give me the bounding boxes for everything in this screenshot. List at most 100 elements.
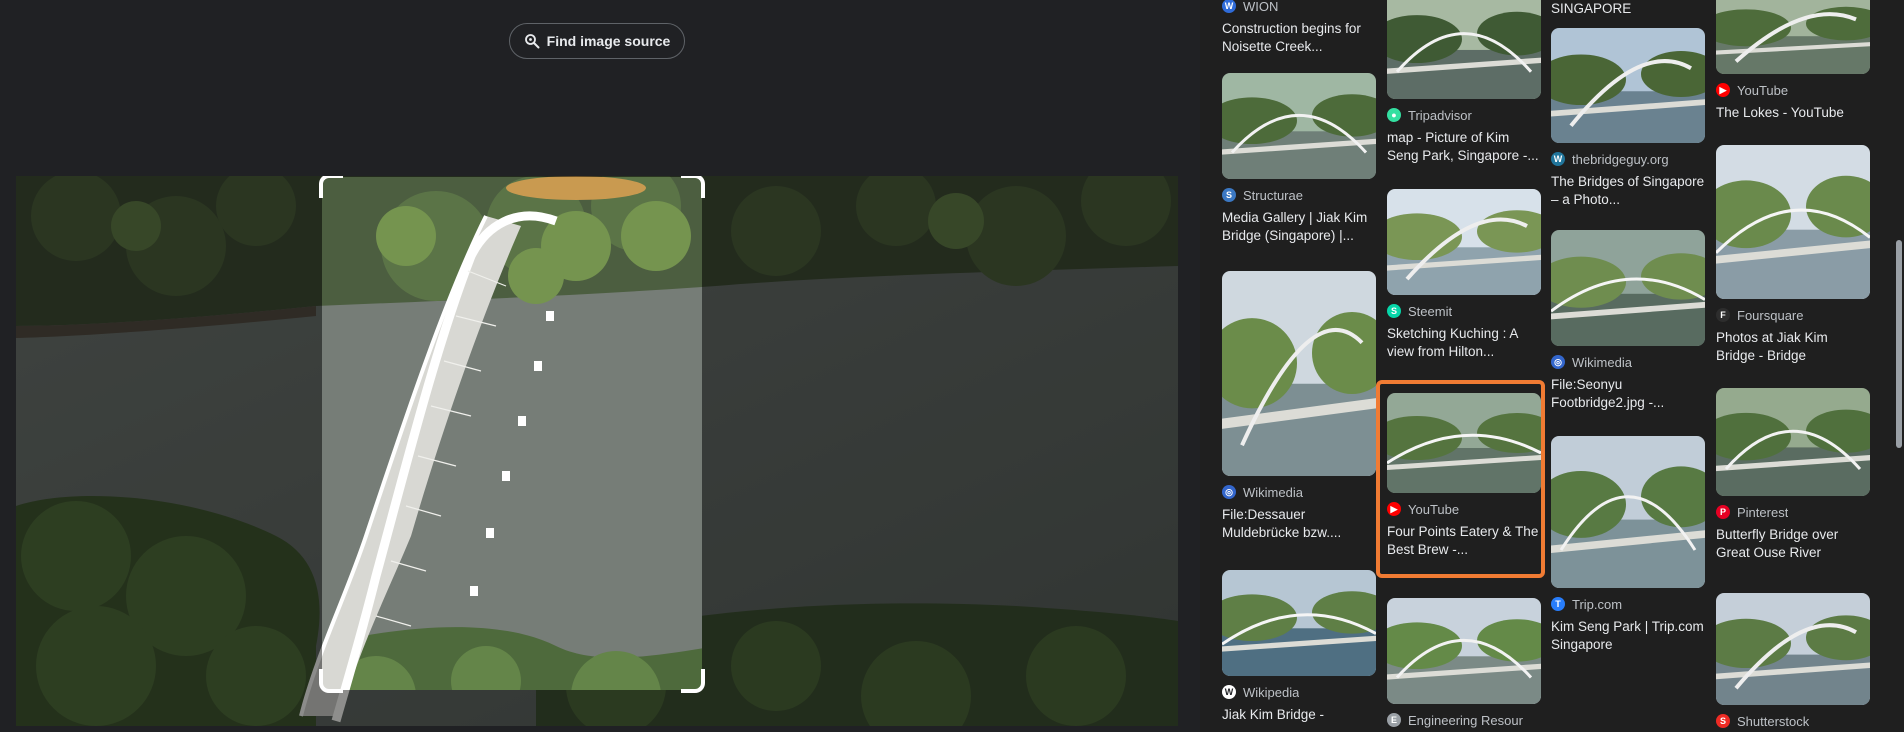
- result-title[interactable]: Media Gallery | Jiak Kim Bridge (Singapo…: [1222, 209, 1376, 245]
- result-title[interactable]: The Lokes - YouTube: [1716, 104, 1870, 122]
- result-source: W thebridgeguy.org: [1551, 151, 1705, 167]
- tripadvisor-icon: ●: [1387, 108, 1401, 122]
- results-scrollbar[interactable]: [1896, 240, 1902, 448]
- result-title[interactable]: File:Seonyu Footbridge2.jpg -...: [1551, 376, 1705, 412]
- result-source-name: Trip.com: [1572, 596, 1623, 612]
- crop-handle-bottom-right[interactable]: [681, 669, 705, 693]
- crop-handle-top-right[interactable]: [681, 176, 705, 198]
- result-source: T Trip.com: [1551, 596, 1705, 612]
- result-source-name: WION: [1243, 0, 1279, 14]
- result-card[interactable]: S Structurae Media Gallery | Jiak Kim Br…: [1222, 73, 1376, 245]
- result-thumbnail[interactable]: [1716, 0, 1870, 74]
- result-card[interactable]: P Pinterest Butterfly Bridge over Great …: [1716, 388, 1870, 562]
- result-source: ▶ YouTube: [1716, 82, 1870, 98]
- result-thumbnail[interactable]: [1222, 570, 1376, 676]
- result-thumbnail[interactable]: [1551, 28, 1705, 143]
- tripcom-icon: T: [1551, 597, 1565, 611]
- result-card[interactable]: ▶ YouTube The Lokes - YouTube: [1716, 0, 1870, 122]
- result-card[interactable]: S Shutterstock: [1716, 593, 1870, 729]
- result-source-name: Engineering Resour: [1408, 712, 1523, 728]
- crop-region[interactable]: [322, 177, 702, 690]
- result-source-name: Shutterstock: [1737, 713, 1810, 729]
- lens-search-icon: [524, 34, 540, 49]
- result-card[interactable]: ◎ Wikimedia File:Dessauer Muldebrücke bz…: [1222, 271, 1376, 542]
- result-source: ● Tripadvisor: [1387, 107, 1541, 123]
- youtube-icon: ▶: [1716, 83, 1730, 97]
- result-title[interactable]: Sketching Kuching : A view from Hilton..…: [1387, 325, 1541, 361]
- crop-handle-top-left[interactable]: [319, 176, 343, 198]
- find-image-source-button[interactable]: Find image source: [509, 23, 685, 59]
- result-title[interactable]: map - Picture of Kim Seng Park, Singapor…: [1387, 129, 1541, 165]
- result-source-name: Pinterest: [1737, 504, 1789, 520]
- wikimedia-icon: ◎: [1222, 485, 1236, 499]
- result-thumbnail[interactable]: [1387, 393, 1541, 493]
- find-image-source-label: Find image source: [546, 33, 671, 49]
- result-source-name: thebridgeguy.org: [1572, 151, 1669, 167]
- result-card[interactable]: F Foursquare Photos at Jiak Kim Bridge -…: [1716, 145, 1870, 365]
- result-card[interactable]: T Trip.com Kim Seng Park | Trip.com Sing…: [1551, 436, 1705, 654]
- result-source-name: Wikimedia: [1243, 484, 1303, 500]
- result-thumbnail[interactable]: [1222, 73, 1376, 179]
- result-card[interactable]: W Wikipedia Jiak Kim Bridge -: [1222, 570, 1376, 724]
- result-source: ▶ YouTube: [1387, 501, 1541, 517]
- crop-region-photo: [322, 177, 702, 690]
- result-source-name: Structurae: [1243, 187, 1303, 203]
- result-source-name: YouTube: [1737, 82, 1789, 98]
- query-photo[interactable]: [16, 176, 1178, 726]
- result-title[interactable]: File:Dessauer Muldebrücke bzw....: [1222, 506, 1376, 542]
- result-card[interactable]: W WION Construction begins for Noisette …: [1222, 0, 1376, 56]
- result-source-name: Steemit: [1408, 303, 1453, 319]
- result-source-name: Tripadvisor: [1408, 107, 1472, 123]
- result-card[interactable]: SINGAPORE: [1551, 0, 1705, 18]
- result-title[interactable]: SINGAPORE: [1551, 0, 1705, 18]
- result-source: E Engineering Resour: [1387, 712, 1541, 728]
- engineering-icon: E: [1387, 713, 1401, 727]
- wordpress-icon: W: [1551, 152, 1565, 166]
- result-source-name: YouTube: [1408, 501, 1460, 517]
- result-source: ◎ Wikimedia: [1551, 354, 1705, 370]
- shutterstock-icon: S: [1716, 714, 1730, 728]
- image-preview-pane: Find image source: [0, 0, 1200, 732]
- wikimedia-icon: ◎: [1551, 355, 1565, 369]
- result-title[interactable]: Construction begins for Noisette Creek..…: [1222, 20, 1376, 56]
- result-thumbnail[interactable]: [1716, 388, 1870, 496]
- result-thumbnail[interactable]: [1551, 230, 1705, 346]
- result-source-name: Foursquare: [1737, 307, 1804, 323]
- foursquare-icon: F: [1716, 308, 1730, 322]
- result-source: S Steemit: [1387, 303, 1541, 319]
- result-thumbnail[interactable]: [1716, 593, 1870, 705]
- result-title[interactable]: Jiak Kim Bridge -: [1222, 706, 1376, 724]
- crop-handle-bottom-left[interactable]: [319, 669, 343, 693]
- pinterest-icon: P: [1716, 505, 1730, 519]
- result-thumbnail[interactable]: [1387, 0, 1541, 99]
- result-source: S Shutterstock: [1716, 713, 1870, 729]
- result-card[interactable]: ◎ Wikimedia File:Seonyu Footbridge2.jpg …: [1551, 230, 1705, 412]
- result-source: P Pinterest: [1716, 504, 1870, 520]
- result-thumbnail[interactable]: [1222, 271, 1376, 476]
- result-source: W WION: [1222, 0, 1376, 14]
- result-source: S Structurae: [1222, 187, 1376, 203]
- result-source-name: Wikipedia: [1243, 684, 1300, 700]
- result-source: W Wikipedia: [1222, 684, 1376, 700]
- result-title[interactable]: The Bridges of Singapore – a Photo...: [1551, 173, 1705, 209]
- result-source: F Foursquare: [1716, 307, 1870, 323]
- result-card[interactable]: E Engineering Resour: [1387, 598, 1541, 728]
- result-title[interactable]: Four Points Eatery & The Best Brew -...: [1387, 523, 1541, 559]
- wikipedia-icon: W: [1222, 685, 1236, 699]
- result-thumbnail[interactable]: [1551, 436, 1705, 588]
- result-thumbnail[interactable]: [1387, 598, 1541, 704]
- result-card[interactable]: W thebridgeguy.org The Bridges of Singap…: [1551, 28, 1705, 209]
- steemit-icon: S: [1387, 304, 1401, 318]
- result-card[interactable]: S Steemit Sketching Kuching : A view fro…: [1387, 189, 1541, 361]
- result-thumbnail[interactable]: [1387, 189, 1541, 295]
- result-title[interactable]: Kim Seng Park | Trip.com Singapore: [1551, 618, 1705, 654]
- youtube-icon: ▶: [1387, 502, 1401, 516]
- result-card[interactable]: ▶ YouTube Four Points Eatery & The Best …: [1387, 393, 1541, 559]
- result-thumbnail[interactable]: [1716, 145, 1870, 299]
- result-source: ◎ Wikimedia: [1222, 484, 1376, 500]
- result-title[interactable]: Butterfly Bridge over Great Ouse River: [1716, 526, 1870, 562]
- result-card[interactable]: ● Tripadvisor map - Picture of Kim Seng …: [1387, 0, 1541, 165]
- wion-icon: W: [1222, 0, 1236, 13]
- structurae-icon: S: [1222, 188, 1236, 202]
- result-title[interactable]: Photos at Jiak Kim Bridge - Bridge: [1716, 329, 1870, 365]
